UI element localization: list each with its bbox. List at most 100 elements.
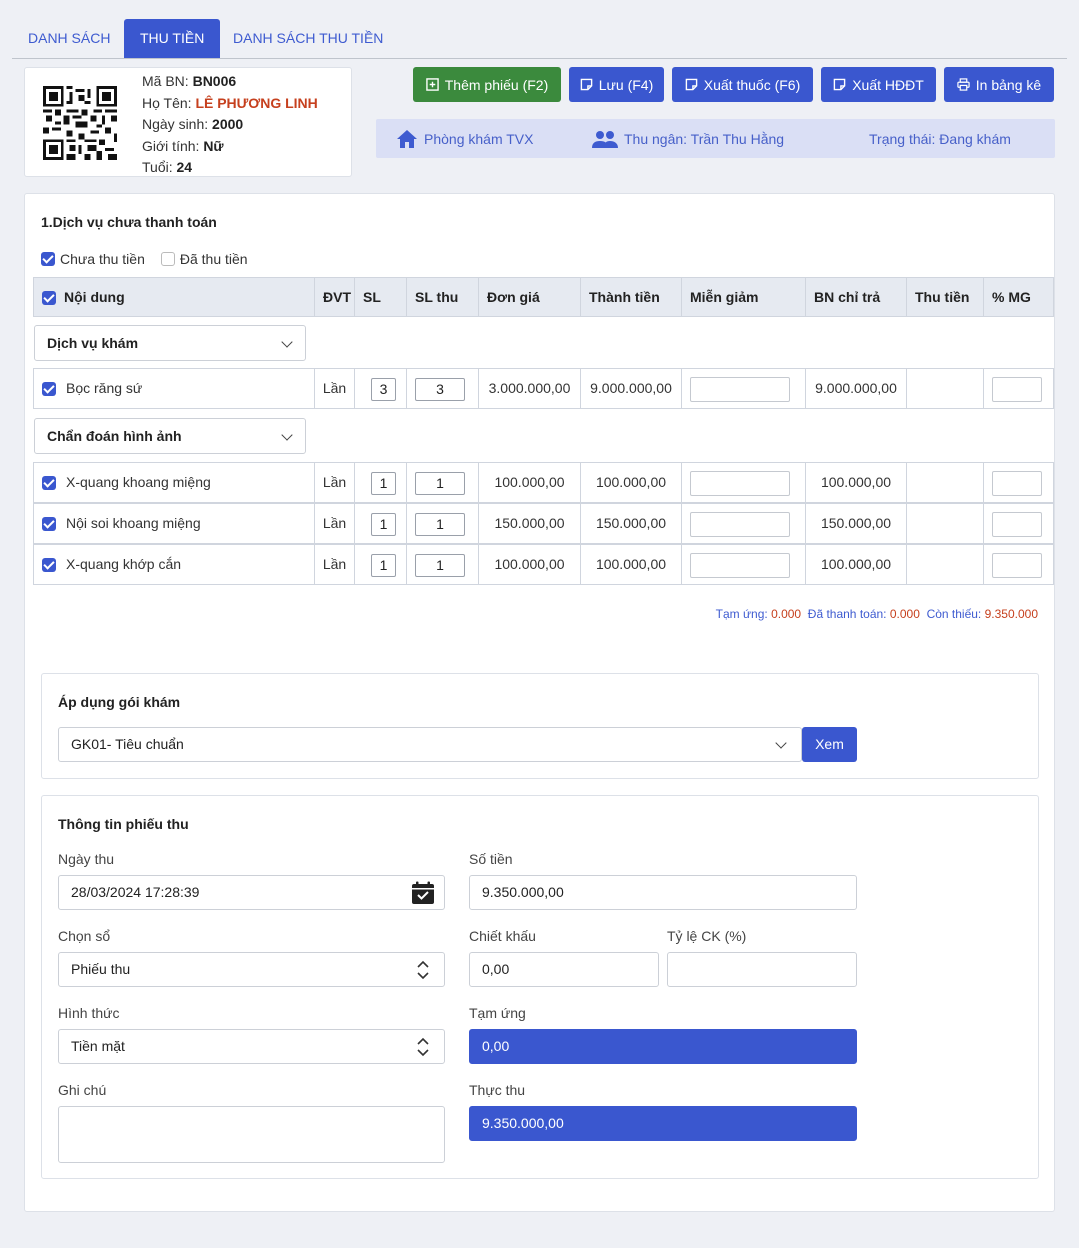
note-icon — [580, 78, 593, 91]
printer-icon — [957, 78, 970, 91]
header-discount: Miễn giảm — [682, 278, 806, 316]
house-icon — [397, 129, 417, 148]
collect-cell — [907, 545, 984, 584]
discount-input[interactable] — [690, 377, 790, 402]
checkbox-unchecked-icon[interactable] — [160, 252, 175, 266]
print-statement-label: In bảng kê — [975, 76, 1042, 93]
date-value: 28/03/2024 17:28:39 — [71, 884, 200, 900]
group-select-imaging[interactable]: Chẩn đoán hình ảnh — [34, 418, 306, 454]
export-invoice-button[interactable]: Xuất HĐĐT — [821, 67, 936, 102]
service-unit: Lần — [315, 504, 355, 543]
method-select[interactable]: Tiền mặt — [58, 1029, 445, 1064]
discount-percent-input[interactable] — [992, 471, 1042, 496]
discount-percent-input[interactable] — [992, 512, 1042, 537]
package-select[interactable]: GK01- Tiêu chuẩn — [58, 727, 802, 762]
patient-info: Mã BN: BN006 Họ Tên: LÊ PHƯƠNG LINH Ngày… — [142, 71, 318, 179]
header-qty: SL — [355, 278, 407, 316]
qty-paid-input[interactable]: 1 — [415, 554, 465, 577]
date-field[interactable]: 28/03/2024 17:28:39 — [58, 875, 445, 910]
export-drug-button[interactable]: Xuất thuốc (F6) — [672, 67, 813, 102]
tab-danh-sach[interactable]: DANH SÁCH — [12, 19, 126, 58]
header-collect: Thu tiền — [907, 278, 984, 316]
discount-cell — [682, 545, 806, 584]
discount-field[interactable]: 0,00 — [469, 952, 659, 987]
chevron-down-icon — [281, 429, 293, 441]
session-info-bar: Phòng khám TVX Thu ngân: Trần Thu Hằng T… — [376, 119, 1055, 158]
qty-input[interactable]: 3 — [371, 378, 396, 401]
payment-filters: Chưa thu tiền Đã thu tiền — [41, 251, 248, 267]
row-content: Bọc răng sứ — [34, 369, 315, 408]
advance-label: Tạm ứng: — [715, 607, 768, 621]
qty-paid-input[interactable]: 1 — [415, 513, 465, 536]
patient-pays: 9.000.000,00 — [806, 369, 907, 408]
row-checkbox[interactable] — [42, 558, 56, 573]
table-header: Nội dung ĐVT SL SL thu Đơn giá Thành tiề… — [33, 277, 1054, 317]
header-unit: ĐVT — [315, 278, 355, 316]
calendar-icon[interactable] — [411, 881, 435, 905]
discount-percent-input[interactable] — [992, 377, 1042, 402]
row-content: X-quang khớp cắn — [34, 545, 315, 584]
row-content: X-quang khoang miệng — [34, 463, 315, 502]
remaining-label: Còn thiếu: — [926, 607, 982, 621]
patient-pays: 150.000,00 — [806, 504, 907, 543]
tab-thu-tien[interactable]: THU TIỀN — [124, 19, 221, 58]
book-select[interactable]: Phiếu thu — [58, 952, 445, 987]
qty-input[interactable]: 1 — [371, 472, 396, 495]
select-all-checkbox[interactable] — [42, 291, 56, 306]
actual-field[interactable]: 9.350.000,00 — [469, 1106, 857, 1141]
view-package-button[interactable]: Xem — [802, 727, 857, 762]
tab-danh-sach-thu-tien[interactable]: DANH SÁCH THU TIỀN — [217, 19, 399, 58]
date-label: Ngày thu — [58, 851, 115, 867]
table-row: X-quang khớp cắn Lần 1 1 100.000,00 100.… — [33, 544, 1054, 585]
save-button[interactable]: Lưu (F4) — [569, 67, 664, 102]
advance-value: 0.000 — [771, 607, 802, 621]
discount-input[interactable] — [690, 512, 790, 537]
filter-paid-label: Đã thu tiền — [179, 251, 248, 267]
method-label: Hình thức — [58, 1005, 120, 1021]
group-select-kham[interactable]: Dịch vụ khám — [34, 325, 306, 361]
row-checkbox[interactable] — [42, 382, 56, 397]
filter-paid[interactable]: Đã thu tiền — [160, 251, 248, 267]
qty-cell: 3 — [355, 369, 407, 408]
discount-percent-cell — [984, 463, 1053, 502]
add-receipt-button[interactable]: Thêm phiếu (F2) — [413, 67, 561, 102]
line-total: 9.000.000,00 — [581, 369, 682, 408]
discount-percent-input[interactable] — [992, 553, 1042, 578]
receipt-box: Thông tin phiếu thu Ngày thu 28/03/2024 … — [41, 795, 1039, 1179]
header-price: Đơn giá — [479, 278, 581, 316]
patient-card: Mã BN: BN006 Họ Tên: LÊ PHƯƠNG LINH Ngày… — [24, 67, 352, 177]
line-total: 100.000,00 — [581, 545, 682, 584]
service-name: X-quang khoang miệng — [66, 474, 211, 490]
discount-cell — [682, 504, 806, 543]
qty-input[interactable]: 1 — [371, 513, 396, 536]
qty-paid-input[interactable]: 1 — [415, 472, 465, 495]
table-row: Bọc răng sứ Lần 3 3 3.000.000,00 9.000.0… — [33, 368, 1054, 409]
service-unit: Lần — [315, 545, 355, 584]
patient-gender: Nữ — [203, 137, 224, 154]
filter-unpaid[interactable]: Chưa thu tiền — [41, 251, 145, 267]
discount-rate-field[interactable] — [667, 952, 857, 987]
qty-cell: 1 — [355, 545, 407, 584]
qty-input[interactable]: 1 — [371, 554, 396, 577]
sort-updown-icon — [417, 960, 429, 980]
unit-price: 3.000.000,00 — [479, 369, 581, 408]
discount-input[interactable] — [690, 553, 790, 578]
advance-field-label: Tạm ứng — [469, 1005, 526, 1021]
chevron-down-icon — [775, 737, 787, 749]
plus-square-icon — [425, 78, 439, 91]
note-textarea[interactable] — [58, 1106, 445, 1163]
row-checkbox[interactable] — [42, 476, 56, 491]
qty-paid-input[interactable]: 3 — [415, 378, 465, 401]
advance-field[interactable]: 0,00 — [469, 1029, 857, 1064]
discount-input[interactable] — [690, 471, 790, 496]
amount-field[interactable]: 9.350.000,00 — [469, 875, 857, 910]
print-statement-button[interactable]: In bảng kê — [944, 67, 1054, 102]
discount-percent-cell — [984, 545, 1053, 584]
service-unit: Lần — [315, 463, 355, 502]
row-checkbox[interactable] — [42, 517, 56, 532]
patient-id: BN006 — [192, 73, 237, 89]
discount-percent-cell — [984, 369, 1053, 408]
header-discount-percent: % MG — [992, 289, 1031, 305]
checkbox-checked-icon[interactable] — [41, 252, 55, 266]
book-label: Chọn sổ — [58, 928, 111, 944]
